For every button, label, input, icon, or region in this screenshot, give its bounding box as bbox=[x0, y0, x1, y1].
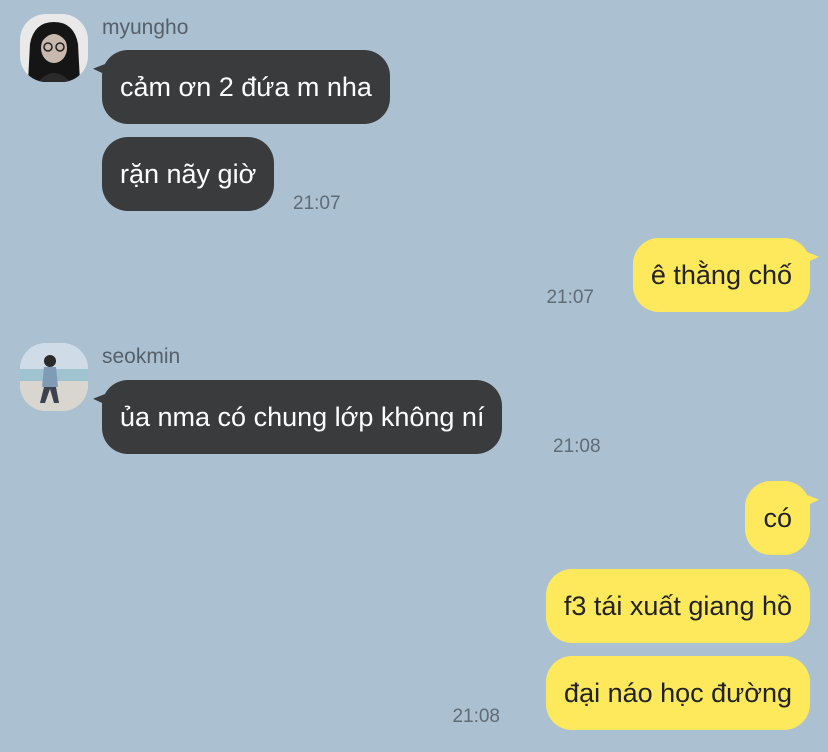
avatar-myungho[interactable] bbox=[20, 14, 88, 82]
avatar-seokmin[interactable] bbox=[20, 343, 88, 411]
avatar-myungho-image bbox=[20, 14, 88, 82]
message-bubble-incoming[interactable]: ủa nma có chung lớp không ní bbox=[102, 380, 503, 454]
message-text: f3 tái xuất giang hồ bbox=[563, 591, 792, 621]
message-text: ủa nma có chung lớp không ní bbox=[120, 402, 485, 432]
message-text: cảm ơn 2 đứa m nha bbox=[120, 72, 372, 102]
message-text: có bbox=[763, 503, 792, 533]
message-timestamp: 21:08 bbox=[553, 436, 601, 457]
message-bubble-outgoing[interactable]: ê thằng chố bbox=[632, 238, 810, 312]
message-timestamp: 21:07 bbox=[546, 287, 594, 308]
sender-name-seokmin: seokmin bbox=[102, 345, 181, 368]
message-timestamp: 21:08 bbox=[452, 706, 500, 727]
message-bubble-incoming[interactable]: cảm ơn 2 đứa m nha bbox=[102, 50, 390, 124]
message-timestamp: 21:07 bbox=[293, 193, 341, 214]
message-bubble-incoming[interactable]: rặn nãy giờ bbox=[102, 137, 275, 211]
avatar-seokmin-image bbox=[20, 343, 88, 411]
message-text: đại náo học đường bbox=[564, 678, 792, 708]
message-bubble-outgoing[interactable]: đại náo học đường bbox=[546, 656, 810, 730]
message-bubble-outgoing[interactable]: có bbox=[745, 481, 810, 555]
message-text: ê thằng chố bbox=[650, 260, 792, 290]
message-text: rặn nãy giờ bbox=[120, 159, 257, 189]
sender-name-myungho: myungho bbox=[102, 16, 189, 39]
message-bubble-outgoing[interactable]: f3 tái xuất giang hồ bbox=[545, 569, 810, 643]
